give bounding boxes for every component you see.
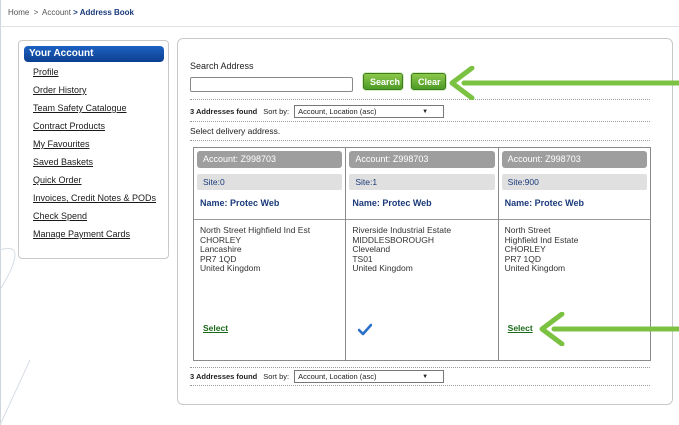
address-name: Name: Protec Web bbox=[352, 198, 432, 208]
sidebar-item-check-spend: Check Spend bbox=[33, 210, 168, 228]
caret-down-icon: ▼ bbox=[422, 373, 429, 380]
dotted-divider bbox=[190, 140, 650, 141]
sort-value: Account, Location (asc) bbox=[298, 107, 377, 116]
dotted-divider bbox=[190, 99, 650, 100]
address-lines: North Street Highfield Ind Est CHORLEY L… bbox=[194, 220, 345, 274]
caret-down-icon: ▼ bbox=[422, 108, 429, 115]
results-count: 3 Addresses found bbox=[190, 107, 258, 116]
breadcrumb-separator: > bbox=[33, 8, 39, 17]
select-address-link[interactable]: Select bbox=[203, 323, 228, 333]
results-count: 3 Addresses found bbox=[190, 372, 258, 381]
clear-button[interactable]: Clear bbox=[411, 73, 446, 90]
sidebar-link-order-history[interactable]: Order History bbox=[33, 85, 87, 95]
address-name: Name: Protec Web bbox=[200, 198, 280, 208]
account-sidebar: Your Account Profile Order History Team … bbox=[18, 40, 169, 259]
sort-dropdown[interactable]: Account, Location (asc) ▼ bbox=[294, 370, 445, 383]
address-line: United Kingdom bbox=[200, 263, 261, 273]
address-lines: Riverside Industrial Estate MIDDLESBOROU… bbox=[346, 220, 497, 274]
search-address-input[interactable] bbox=[190, 77, 353, 92]
address-lines: North Street Highfield Ind Estate CHORLE… bbox=[499, 220, 650, 274]
address-book-panel: Search Address Search Clear 3 Addresses … bbox=[177, 38, 673, 405]
site-label: Site:1 bbox=[349, 174, 495, 190]
sidebar-link-contract-products[interactable]: Contract Products bbox=[33, 121, 105, 131]
sidebar-link-saved-baskets[interactable]: Saved Baskets bbox=[33, 157, 93, 167]
address-card: Account: Z998703 Site:0 Name: Protec Web… bbox=[194, 148, 347, 360]
sidebar-link-my-favourites[interactable]: My Favourites bbox=[33, 139, 90, 149]
site-label: Site:0 bbox=[197, 174, 343, 190]
search-address-label: Search Address bbox=[190, 61, 254, 71]
search-button[interactable]: Search bbox=[363, 73, 403, 90]
sidebar-item-quick-order: Quick Order bbox=[33, 174, 168, 192]
breadcrumb-account[interactable]: Account bbox=[42, 8, 71, 17]
checkmark-icon bbox=[358, 323, 373, 336]
sidebar-item-contract-products: Contract Products bbox=[33, 120, 168, 138]
sidebar-item-order-history: Order History bbox=[33, 84, 168, 102]
sort-label: Sort by: bbox=[263, 372, 290, 381]
sidebar-item-saved-baskets: Saved Baskets bbox=[33, 156, 168, 174]
address-name: Name: Protec Web bbox=[504, 198, 585, 208]
sidebar-item-manage-payment-cards: Manage Payment Cards bbox=[33, 228, 168, 246]
sidebar-link-check-spend[interactable]: Check Spend bbox=[33, 211, 87, 221]
sidebar-link-quick-order[interactable]: Quick Order bbox=[33, 175, 82, 185]
address-grid: Account: Z998703 Site:0 Name: Protec Web… bbox=[193, 147, 651, 361]
sidebar-item-profile: Profile bbox=[33, 66, 168, 84]
select-delivery-prompt: Select delivery address. bbox=[190, 126, 281, 136]
sidebar-link-manage-payment-cards[interactable]: Manage Payment Cards bbox=[33, 229, 130, 239]
site-label: Site:900 bbox=[501, 174, 647, 190]
breadcrumb: Home > Account > Address Book bbox=[8, 8, 134, 17]
dotted-divider bbox=[190, 121, 650, 122]
dotted-divider bbox=[190, 367, 650, 368]
sidebar-item-team-safety-catalogue: Team Safety Catalogue bbox=[33, 102, 168, 120]
breadcrumb-home[interactable]: Home bbox=[8, 8, 29, 17]
sidebar-link-profile[interactable]: Profile bbox=[33, 67, 59, 77]
dotted-divider bbox=[190, 385, 650, 386]
sidebar-title: Your Account bbox=[24, 46, 164, 62]
sidebar-link-team-safety-catalogue[interactable]: Team Safety Catalogue bbox=[33, 103, 127, 113]
account-header: Account: Z998703 bbox=[501, 151, 647, 168]
address-card: Account: Z998703 Site:900 Name: Protec W… bbox=[498, 148, 650, 360]
sidebar-item-my-favourites: My Favourites bbox=[33, 138, 168, 156]
address-card: Account: Z998703 Site:1 Name: Protec Web… bbox=[346, 148, 499, 360]
breadcrumb-current: > Address Book bbox=[73, 8, 135, 17]
sidebar-nav: Profile Order History Team Safety Catalo… bbox=[19, 66, 168, 246]
sidebar-item-invoices: Invoices, Credit Notes & PODs bbox=[33, 192, 168, 210]
address-line: Cleveland bbox=[352, 244, 391, 254]
account-header: Account: Z998703 bbox=[349, 151, 495, 168]
results-toolbar-top: 3 Addresses found Sort by: Account, Loca… bbox=[190, 105, 445, 118]
sidebar-link-invoices[interactable]: Invoices, Credit Notes & PODs bbox=[33, 193, 156, 203]
sort-dropdown[interactable]: Account, Location (asc) ▼ bbox=[294, 105, 445, 118]
account-header: Account: Z998703 bbox=[197, 151, 343, 168]
results-toolbar-bottom: 3 Addresses found Sort by: Account, Loca… bbox=[190, 370, 445, 383]
address-line: United Kingdom bbox=[352, 263, 413, 273]
sort-label: Sort by: bbox=[263, 107, 290, 116]
address-line: United Kingdom bbox=[504, 263, 566, 273]
header-divider bbox=[0, 26, 679, 27]
sort-value: Account, Location (asc) bbox=[298, 372, 377, 381]
select-address-link[interactable]: Select bbox=[508, 323, 533, 333]
